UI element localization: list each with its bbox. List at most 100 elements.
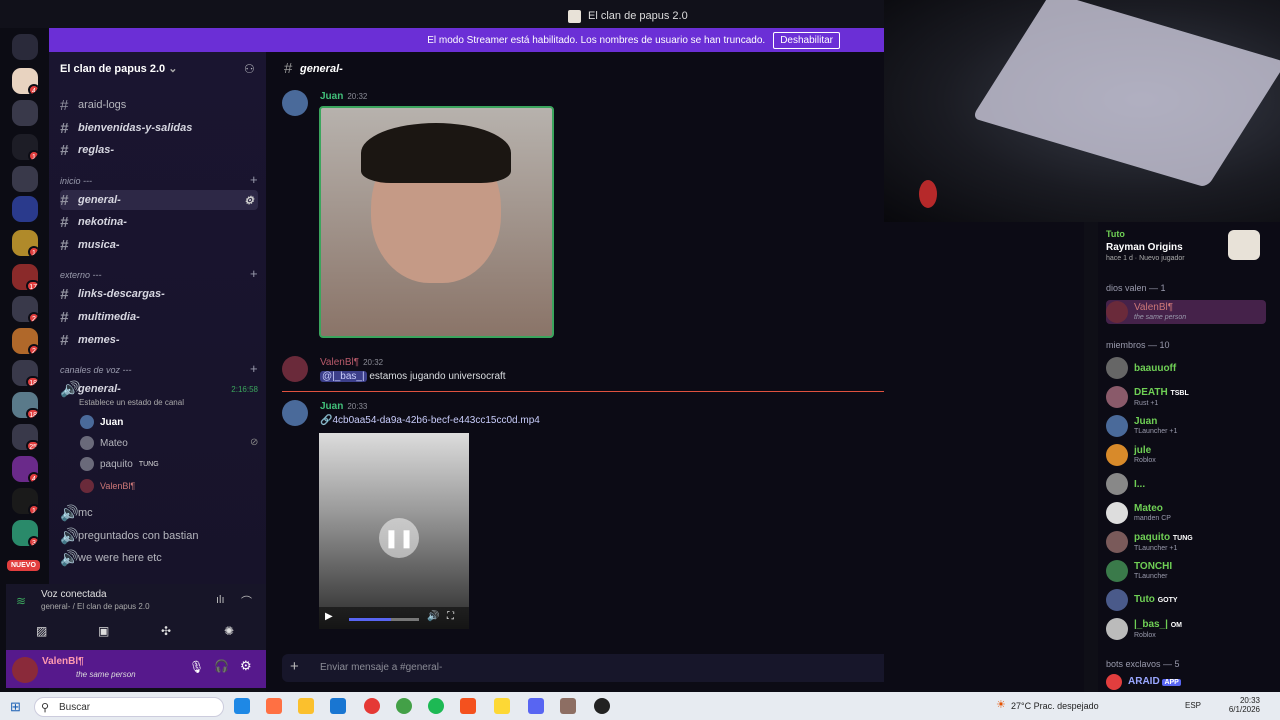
play-icon[interactable]: ▶ [325,611,333,622]
file-explorer-icon[interactable] [298,698,314,714]
video-progress[interactable] [349,618,419,621]
language-indicator[interactable]: ESP [1185,701,1201,710]
member-item[interactable]: I... [1106,472,1145,496]
message-author[interactable]: Juan 20:33 [320,401,367,412]
server-icon[interactable]: 3 [12,520,38,546]
server-icon[interactable]: 4 [12,456,38,482]
channel-memes[interactable]: # memes- [60,330,258,350]
discord-icon[interactable] [528,698,544,714]
voice-channel-we-were-here[interactable]: 🔊 we were here etc [60,548,258,568]
message-author[interactable]: ValenBl¶ 20:32 [320,357,383,368]
message-input[interactable]: Enviar mensaje a #general- [320,662,442,673]
avatar[interactable] [282,356,308,382]
add-channel-icon[interactable]: + [250,172,258,187]
disconnect-icon[interactable]: ⌒ [241,593,252,609]
category-inicio[interactable]: inicio --- [60,176,92,186]
app-icon[interactable] [330,698,346,714]
member-item[interactable]: Mateo manden CP [1106,501,1171,525]
weather[interactable]: 27°C Prac. despejado [1011,701,1099,711]
channel-multimedia[interactable]: # multimedia- [60,307,258,327]
channel-bienvenidas[interactable]: # bienvenidas-y-salidas [60,118,258,138]
settings-icon[interactable]: ⚙ [240,658,252,674]
member-item[interactable]: Tuto GOTY [1106,588,1178,612]
edge-icon[interactable] [234,698,250,714]
pause-icon[interactable]: ❚❚ [379,518,419,558]
channel-araid-logs[interactable]: # araid-logs [60,95,258,115]
spotify-icon[interactable] [428,698,444,714]
file-link[interactable]: 🔗4cb0aa54-da9a-42b6-becf-e443cc15cc0d.mp… [320,415,540,426]
voice-user[interactable]: ValenBl¶ [80,476,135,496]
avatar[interactable] [12,657,38,683]
noise-icon[interactable]: ılı [216,594,225,606]
windows-start-icon[interactable]: ⊞ [10,699,21,715]
server-icon[interactable]: 25 [12,424,38,450]
avatar[interactable] [282,90,308,116]
server-icon[interactable]: 18 [12,392,38,418]
member-item[interactable]: paquito TUNG TLauncher +1 [1106,530,1193,554]
taskbar-search[interactable]: ⚲ Buscar [34,697,224,717]
gear-icon[interactable]: ⚙ [244,194,254,207]
headphones-icon[interactable]: 🎧 [214,659,229,673]
member-item[interactable]: ValenBl¶ the same person [1106,300,1266,324]
category-externo[interactable]: externo --- [60,270,102,280]
app-icon[interactable] [494,698,510,714]
invite-icon[interactable]: ⚇ [244,62,255,76]
voice-user[interactable]: paquito TUNG [80,454,159,474]
server-icon[interactable]: 1 [12,488,38,514]
app-icon[interactable] [266,698,282,714]
activities-icon[interactable]: ✣ [161,624,171,638]
server-icon[interactable]: 1 [12,134,38,160]
member-item[interactable]: Juan TLauncher +1 [1106,414,1177,438]
add-attachment-icon[interactable]: + [290,658,299,675]
minecraft-icon[interactable] [560,698,576,714]
server-icon[interactable]: 2 [12,328,38,354]
server-icon[interactable] [12,166,38,192]
channel-nekotina[interactable]: # nekotina- [60,212,258,232]
member-item[interactable]: jule Roblox [1106,443,1156,467]
volume-icon[interactable]: 🔊 [427,611,439,622]
server-icon[interactable]: 18 [12,360,38,386]
clock[interactable]: 20:33 6/1/2026 [1210,696,1260,714]
server-icon[interactable]: 2 [12,296,38,322]
server-name[interactable]: El clan de papus 2.0 ⌄ [60,62,177,75]
member-item[interactable]: baauuoff [1106,356,1176,380]
channel-reglas[interactable]: # reglas- [60,140,258,160]
server-icon[interactable]: 17 [12,264,38,290]
video-attachment[interactable]: ❚❚ ▶ 🔊 ⛶ [319,433,469,629]
message-author[interactable]: Juan 20:32 [320,91,367,102]
screen-share-icon[interactable]: ▣ [98,624,109,638]
whatsapp-icon[interactable] [396,698,412,714]
server-icon[interactable]: 1 [12,230,38,256]
user-mention[interactable]: @|_bas_| [320,371,367,382]
add-channel-icon[interactable]: + [250,361,258,376]
brave-icon[interactable] [460,698,476,714]
add-channel-icon[interactable]: + [250,266,258,281]
discord-home-icon[interactable] [12,34,38,60]
voice-channel-mc[interactable]: 🔊 mc [60,503,258,523]
server-icon[interactable]: 4 [12,68,38,94]
soundboard-icon[interactable]: ✺ [224,624,234,638]
server-icon[interactable] [12,100,38,126]
member-item[interactable]: ARAID APP [1106,674,1181,690]
voice-user[interactable]: Mateo [80,433,128,453]
image-attachment[interactable] [319,106,554,338]
member-item[interactable]: |_bas_| OM Roblox [1106,617,1182,641]
category-voz[interactable]: canales de voz --- [60,365,132,375]
avatar[interactable] [282,400,308,426]
channel-general[interactable]: # general- ⚙ [60,190,258,210]
microphone-icon[interactable]: 🎙 [189,660,204,674]
fullscreen-icon[interactable]: ⛶ [447,611,454,622]
channel-musica[interactable]: # musica- [60,235,258,255]
channel-status[interactable]: Establece un estado de canal [79,398,184,407]
member-item[interactable]: TONCHI TLauncher [1106,559,1172,583]
disable-streamer-button[interactable]: Deshabilitar [773,31,840,49]
voice-subtitle[interactable]: general- / El clan de papus 2.0 [41,602,150,611]
opera-icon[interactable] [364,698,380,714]
server-icon[interactable] [12,196,38,222]
activity-user[interactable]: Tuto [1106,229,1125,239]
camera-off-icon[interactable]: ▨ [36,624,47,638]
voice-channel-preguntados[interactable]: 🔊 preguntados con bastian [60,526,258,546]
member-item[interactable]: DEATH TSBL Rust +1 [1106,385,1189,409]
voice-channel-general[interactable]: 🔊 general- 2:16:58 [60,379,258,399]
channel-links-descargas[interactable]: # links-descargas- [60,284,258,304]
